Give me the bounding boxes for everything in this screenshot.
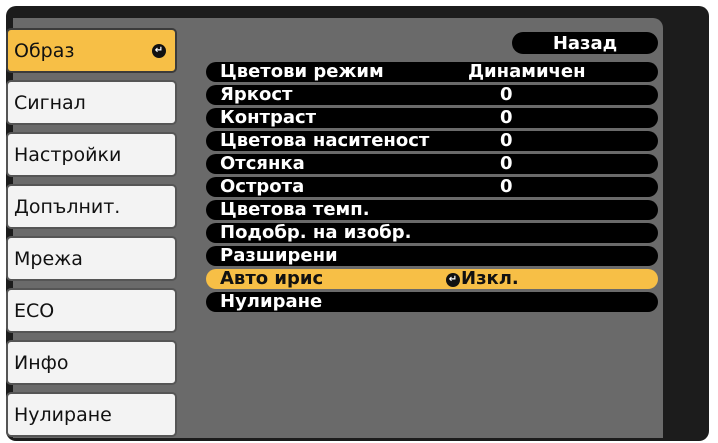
setting-row-reset[interactable]: Нулиране bbox=[206, 291, 658, 312]
setting-row-advanced[interactable]: Разширени bbox=[206, 245, 658, 266]
setting-row-brightness[interactable]: Яркост 0 bbox=[206, 84, 658, 105]
setting-value: 0 bbox=[500, 84, 513, 105]
setting-value: 0 bbox=[500, 130, 513, 151]
setting-row-color-temp[interactable]: Цветова темп. bbox=[206, 199, 658, 220]
setting-label: Яркост bbox=[220, 84, 293, 105]
setting-row-sharpness[interactable]: Острота 0 bbox=[206, 176, 658, 197]
nav-item-settings[interactable]: Настройки bbox=[6, 132, 177, 177]
setting-label: Нулиране bbox=[220, 291, 323, 312]
setting-value-wrap: ↵ Изкл. bbox=[446, 268, 519, 289]
nav-item-label: Нулиране bbox=[14, 403, 112, 426]
setting-label: Разширени bbox=[220, 245, 338, 266]
setting-row-color-mode[interactable]: Цветови режим Динамичен bbox=[206, 61, 658, 82]
back-button[interactable]: Назад bbox=[512, 32, 658, 54]
nav-item-label: Мрежа bbox=[14, 247, 83, 270]
back-button-label: Назад bbox=[552, 32, 618, 54]
nav-item-network[interactable]: Мрежа bbox=[6, 236, 177, 281]
enter-icon: ↵ bbox=[152, 43, 166, 58]
nav-item-label: Инфо bbox=[14, 351, 69, 374]
setting-label: Подобр. на изобр. bbox=[220, 222, 412, 243]
nav-item-label: Настройки bbox=[14, 143, 122, 166]
setting-row-color-saturation[interactable]: Цветова наситеност 0 bbox=[206, 130, 658, 151]
nav-item-extended[interactable]: Допълнит. bbox=[6, 184, 177, 229]
setting-label: Острота bbox=[220, 176, 305, 197]
setting-value: 0 bbox=[500, 107, 513, 128]
setting-value: Изкл. bbox=[461, 268, 519, 289]
setting-label: Цветови режим bbox=[220, 61, 384, 82]
setting-label: Авто ирис bbox=[220, 268, 324, 289]
setting-row-tint[interactable]: Отсянка 0 bbox=[206, 153, 658, 174]
nav-item-image[interactable]: Образ ↵ bbox=[6, 28, 177, 73]
enter-icon: ↵ bbox=[446, 273, 460, 287]
nav-item-info[interactable]: Инфо bbox=[6, 340, 177, 385]
setting-label: Контраст bbox=[220, 107, 317, 128]
nav-item-label: ECO bbox=[14, 299, 55, 322]
setting-row-image-enhancement[interactable]: Подобр. на изобр. bbox=[206, 222, 658, 243]
setting-value: 0 bbox=[500, 153, 513, 174]
setting-row-auto-iris[interactable]: Авто ирис ↵ Изкл. bbox=[206, 268, 658, 289]
nav-item-signal[interactable]: Сигнал bbox=[6, 80, 177, 125]
nav-item-eco[interactable]: ECO bbox=[6, 288, 177, 333]
setting-label: Цветова темп. bbox=[220, 199, 370, 220]
setting-value: Динамичен bbox=[468, 61, 586, 82]
nav-item-label: Допълнит. bbox=[14, 195, 121, 218]
setting-row-contrast[interactable]: Контраст 0 bbox=[206, 107, 658, 128]
nav-item-reset[interactable]: Нулиране bbox=[6, 392, 177, 437]
setting-label: Отсянка bbox=[220, 153, 305, 174]
setting-value: 0 bbox=[500, 176, 513, 197]
setting-label: Цветова наситеност bbox=[220, 130, 430, 151]
nav-item-label: Сигнал bbox=[14, 91, 86, 114]
nav-item-label: Образ bbox=[14, 39, 75, 62]
